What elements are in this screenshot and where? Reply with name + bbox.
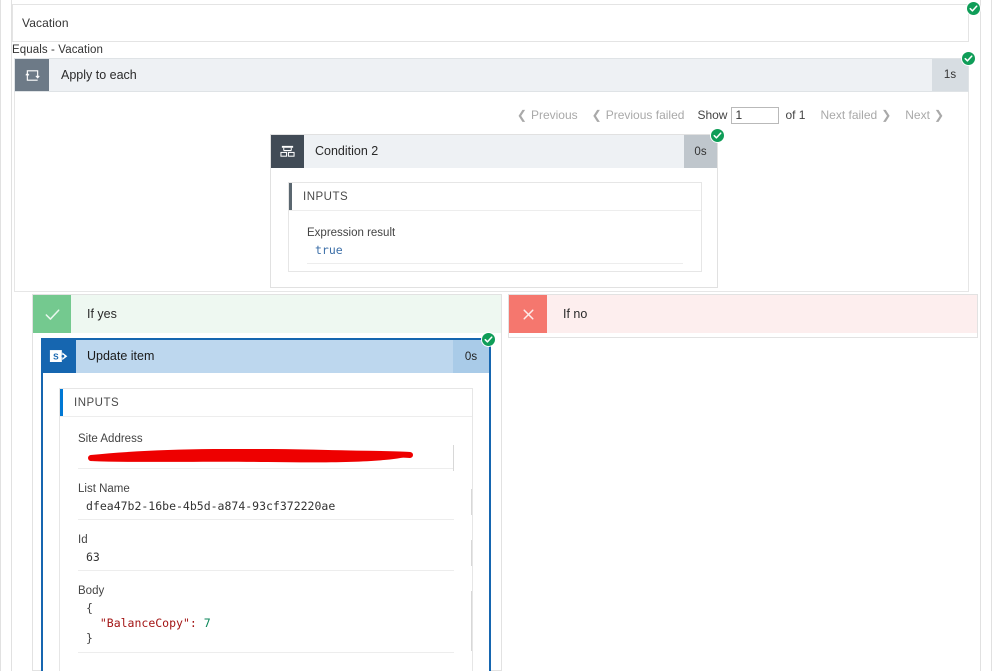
json-brace-open: {	[86, 601, 93, 615]
page-title: Vacation	[22, 16, 69, 30]
next-failed-label: Next failed	[820, 108, 878, 122]
condition-card: Condition 2 0s INPUTS Expression result …	[270, 134, 718, 288]
field-list-name: List Name dfea47b2-16be-4b5d-a874-93cf37…	[60, 469, 472, 520]
status-badge-update-item	[481, 332, 496, 347]
field-list-name-value: dfea47b2-16be-4b5d-a874-93cf372220ae	[78, 499, 454, 520]
previous-label: Previous	[530, 108, 578, 122]
field-edge-tick	[471, 489, 472, 515]
expression-result-label: Expression result	[307, 227, 396, 239]
condition-header[interactable]: Condition 2 0s	[271, 135, 717, 168]
update-item-inputs-header: INPUTS	[60, 389, 472, 417]
condition-inputs-header: INPUTS	[289, 183, 701, 211]
expression-result-value: true	[307, 243, 683, 264]
svg-text:S: S	[53, 352, 59, 361]
iteration-pager: ❮ Previous ❮ Previous failed Show of 1 N…	[0, 104, 969, 126]
field-id-value: 63	[78, 550, 454, 571]
next-button[interactable]: Next ❯	[898, 108, 951, 122]
chevron-right-icon: ❯	[933, 108, 944, 122]
update-item-card: S Update item 0s INPUTS Site Address Lis…	[41, 338, 491, 671]
status-badge-apply-to-each	[961, 51, 976, 66]
next-failed-button[interactable]: Next failed ❯	[813, 108, 898, 122]
update-item-header[interactable]: S Update item 0s	[43, 340, 489, 373]
check-icon	[33, 295, 71, 333]
condition-title: Condition 2	[315, 144, 379, 158]
frame-rail-right-inner	[980, 0, 981, 671]
field-edge-tick	[453, 445, 454, 471]
update-item-inputs-title: INPUTS	[74, 396, 120, 409]
status-badge-condition	[710, 128, 725, 143]
previous-button[interactable]: ❮ Previous	[510, 108, 585, 122]
field-body-value: { "BalanceCopy": 7 }	[78, 601, 454, 653]
field-site-address-label: Site Address	[78, 433, 143, 445]
apply-to-each-title: Apply to each	[61, 68, 137, 82]
chevron-left-icon: ❮	[591, 108, 602, 122]
loop-icon	[15, 59, 49, 91]
json-value-balancecopy: 7	[203, 616, 211, 630]
show-label: Show	[697, 108, 728, 122]
frame-rail-left-outer	[0, 0, 1, 671]
sharepoint-icon: S	[43, 340, 76, 373]
json-key-balancecopy: "BalanceCopy":	[99, 616, 197, 630]
json-brace-close: }	[86, 631, 93, 645]
condition-summary-label: Equals - Vacation	[12, 44, 103, 56]
field-id: Id 63	[60, 520, 472, 571]
cross-icon	[509, 295, 547, 333]
field-id-label: Id	[78, 534, 88, 546]
flow-run-view: Vacation Equals - Vacation Apply to each…	[0, 0, 992, 671]
field-site-address-value	[78, 445, 454, 471]
update-item-inputs-panel: INPUTS Site Address List Name dfea47b2-1…	[59, 388, 473, 671]
branch-if-yes-header[interactable]: If yes	[33, 295, 501, 333]
status-badge-flow	[966, 1, 981, 16]
update-item-title: Update item	[87, 349, 155, 363]
field-edge-tick	[471, 591, 472, 651]
flow-title-card[interactable]: Vacation	[12, 4, 969, 42]
previous-failed-button[interactable]: ❮ Previous failed	[585, 108, 692, 122]
redaction-mark	[88, 448, 413, 463]
apply-to-each-header[interactable]: Apply to each 1s	[14, 58, 969, 92]
chevron-right-icon: ❯	[881, 108, 892, 122]
field-list-name-label: List Name	[78, 483, 130, 495]
condition-inputs-panel: INPUTS Expression result true	[288, 182, 702, 272]
total-pages-label: of 1	[785, 108, 806, 122]
frame-rail-left-inner	[11, 0, 12, 671]
branch-if-no-label: If no	[563, 307, 588, 321]
branch-if-yes-label: If yes	[87, 307, 117, 321]
field-site-address: Site Address	[60, 417, 472, 471]
condition-inputs-title: INPUTS	[303, 190, 349, 203]
previous-failed-label: Previous failed	[605, 108, 685, 122]
chevron-left-icon: ❮	[516, 108, 527, 122]
field-body-label: Body	[78, 585, 105, 597]
iteration-number-input[interactable]	[731, 106, 780, 124]
next-label: Next	[905, 108, 930, 122]
field-body: Body { "BalanceCopy": 7 }	[60, 571, 472, 653]
expression-result-field: Expression result true	[289, 211, 701, 264]
condition-icon	[271, 135, 304, 168]
branch-if-no: If no	[508, 294, 978, 338]
branch-if-no-header[interactable]: If no	[509, 295, 977, 333]
field-edge-tick	[471, 540, 472, 566]
